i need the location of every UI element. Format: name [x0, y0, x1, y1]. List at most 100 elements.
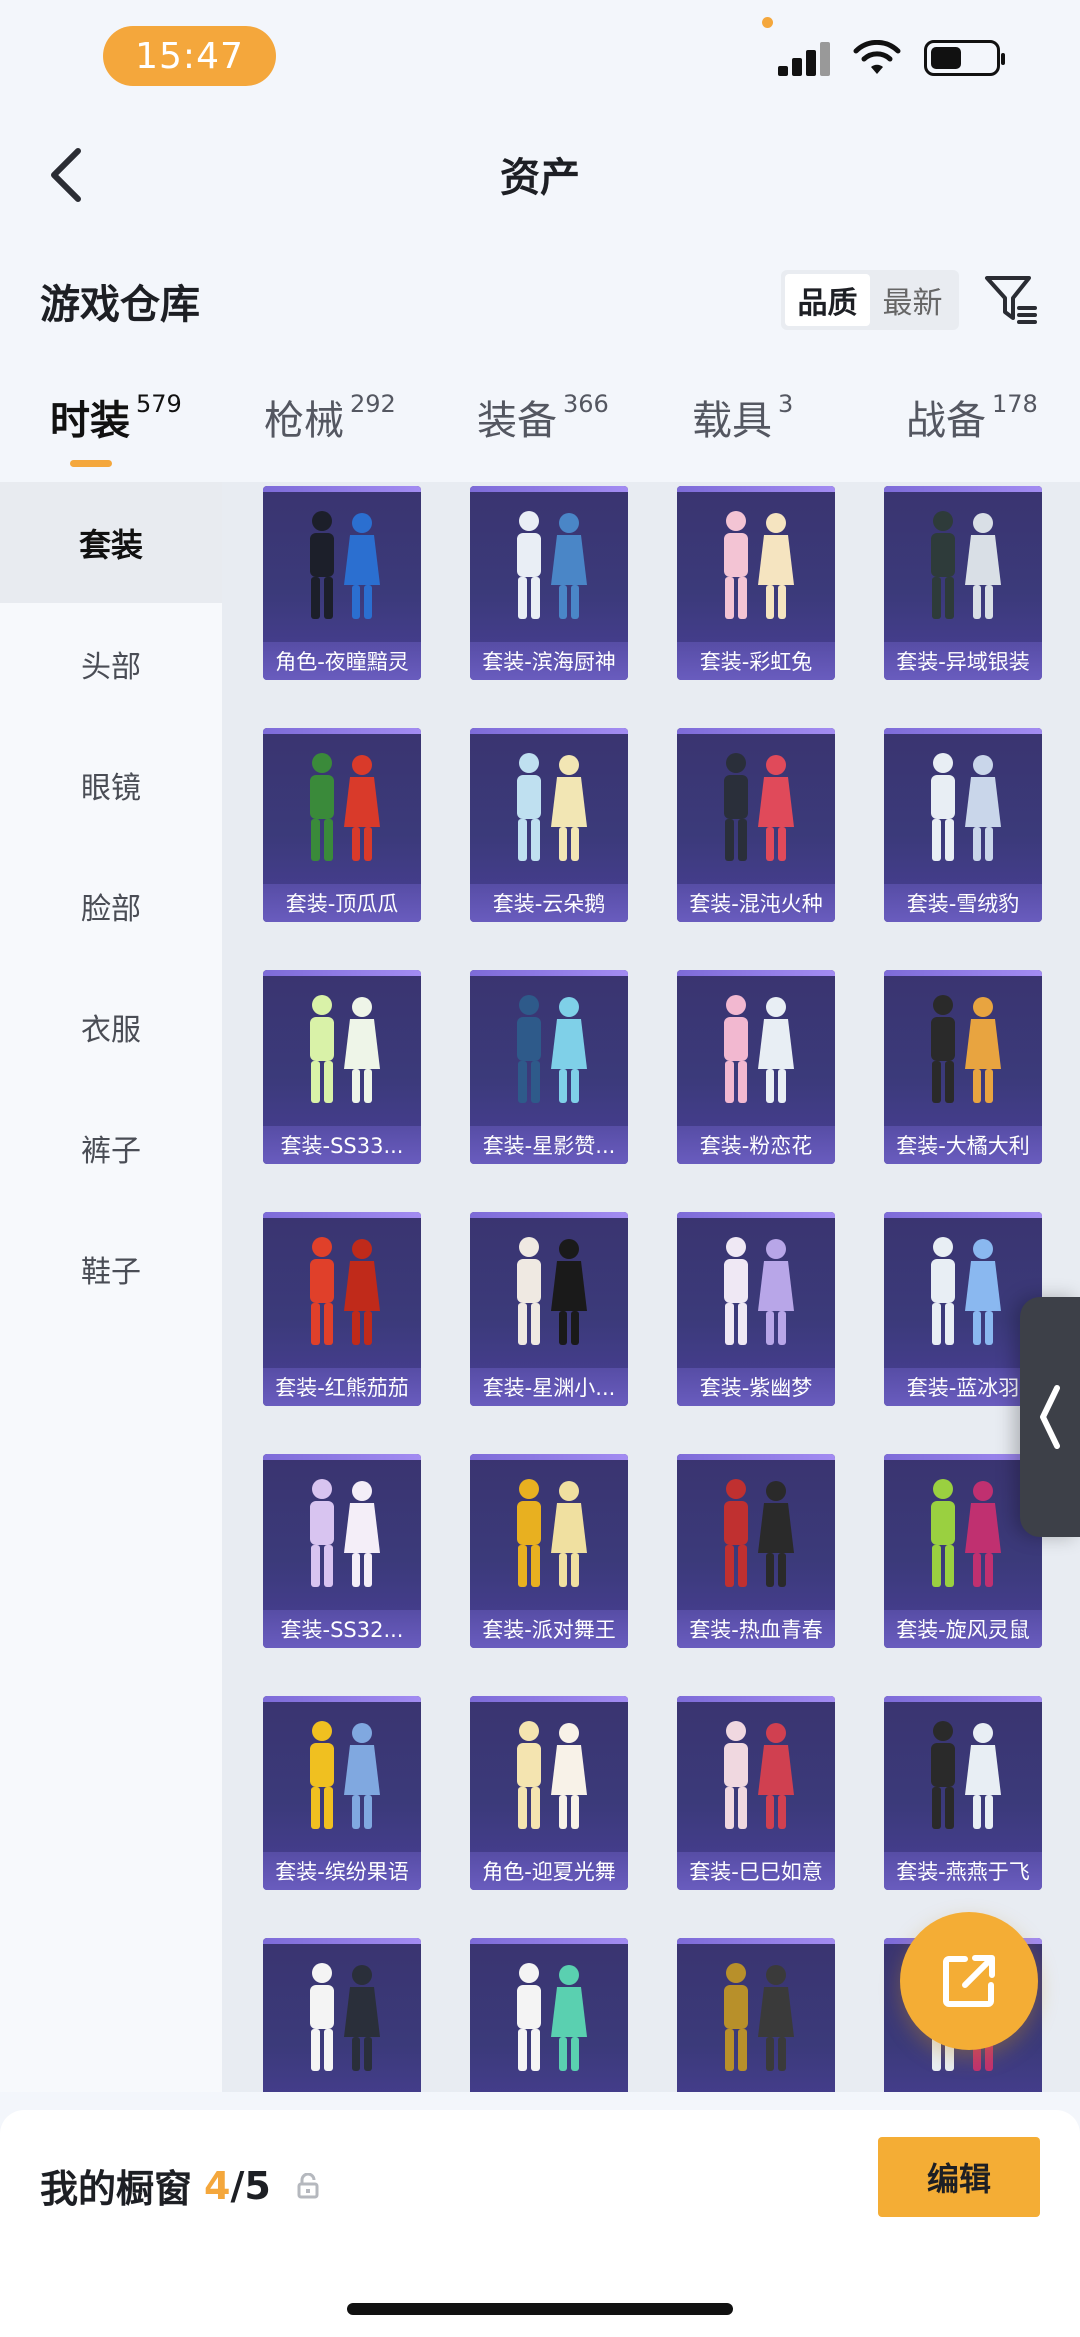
outfit-preview-image — [470, 502, 628, 632]
tab-label: 时装 — [50, 398, 130, 444]
item-card[interactable]: 套装-燕燕于飞 — [884, 1696, 1042, 1890]
item-card[interactable]: 套装-星影赞... — [470, 970, 628, 1164]
item-card[interactable]: 角色-夜瞳黯灵 — [263, 486, 421, 680]
outfit-preview-image — [677, 502, 835, 632]
share-icon — [943, 1955, 995, 2007]
item-card[interactable] — [263, 1938, 421, 2092]
item-card-label: 套装-热血青春 — [677, 1610, 835, 1648]
outfit-preview-image — [677, 744, 835, 874]
section-title: 游戏仓库 — [40, 282, 200, 328]
item-card-label: 角色-夜瞳黯灵 — [263, 642, 421, 680]
outfit-preview-image — [263, 502, 421, 632]
item-grid: 角色-夜瞳黯灵 套装-滨海厨神 套装-彩虹兔 套装-异域银装 套装-顶瓜瓜 套装-云朵鹅套… — [222, 482, 1080, 2092]
outfit-preview-image — [263, 744, 421, 874]
sidebar-item-face[interactable]: 脸部 — [0, 845, 222, 966]
item-card-label: 套装-旋风灵鼠 — [884, 1610, 1042, 1648]
sort-newest-button[interactable]: 最新 — [870, 274, 955, 326]
item-card-label: 套装-巳巳如意 — [677, 1852, 835, 1890]
showcase-summary: 我的橱窗 4 /5 — [40, 2158, 319, 2213]
item-card-label: 角色-迎夏光舞 — [470, 1852, 628, 1890]
status-icons — [778, 40, 1005, 76]
item-card[interactable]: 套装-红熊茄茄 — [263, 1212, 421, 1406]
home-indicator — [347, 2303, 733, 2315]
item-card[interactable]: 套装-巳巳如意 — [677, 1696, 835, 1890]
outfit-preview-image — [884, 744, 1042, 874]
outfit-preview-image — [263, 1470, 421, 1600]
outfit-preview-image — [884, 986, 1042, 1116]
item-card-label: 套装-大橘大利 — [884, 1126, 1042, 1164]
item-card[interactable]: 套装-蓝冰羽 — [884, 1212, 1042, 1406]
item-card[interactable]: 套装-异域银装 — [884, 486, 1042, 680]
sidebar-item-clothes[interactable]: 衣服 — [0, 966, 222, 1087]
item-card-label: 套装-缤纷果语 — [263, 1852, 421, 1890]
wifi-icon — [853, 40, 901, 74]
tab-count: 366 — [563, 390, 609, 418]
item-card-label: 套装-混沌火种 — [677, 884, 835, 922]
item-card[interactable]: 角色-迎夏光舞 — [470, 1696, 628, 1890]
sidebar-item-head[interactable]: 头部 — [0, 603, 222, 724]
item-card[interactable]: 套装-SS32... — [263, 1454, 421, 1648]
outfit-preview-image — [263, 1712, 421, 1842]
item-card[interactable]: 套装-派对舞王 — [470, 1454, 628, 1648]
item-card[interactable]: 套装-紫幽梦 — [677, 1212, 835, 1406]
outfit-preview-image — [884, 502, 1042, 632]
tab-count: 178 — [992, 390, 1038, 418]
sidebar-item-pants[interactable]: 裤子 — [0, 1087, 222, 1208]
status-time: 15:47 — [103, 26, 276, 86]
outfit-preview-image — [677, 1712, 835, 1842]
item-card[interactable]: 套装-旋风灵鼠 — [884, 1454, 1042, 1648]
edit-button[interactable]: 编辑 — [878, 2137, 1040, 2217]
item-card[interactable]: 套装-混沌火种 — [677, 728, 835, 922]
item-card[interactable]: 套装-顶瓜瓜 — [263, 728, 421, 922]
item-card-label: 套装-星影赞... — [470, 1126, 628, 1164]
sort-quality-button[interactable]: 品质 — [785, 274, 870, 326]
sidebar-item-suit[interactable]: 套装 — [0, 482, 222, 603]
item-card[interactable]: 套装-滨海厨神 — [470, 486, 628, 680]
tab-vehicles[interactable]: 载具 3 — [692, 388, 793, 446]
outfit-preview-image — [884, 1228, 1042, 1358]
sidebar-item-shoes[interactable]: 鞋子 — [0, 1208, 222, 1329]
tab-fashion[interactable]: 时装 579 — [50, 388, 182, 446]
subcategory-sidebar: 套装 头部 眼镜 脸部 衣服 裤子 鞋子 — [0, 482, 222, 2092]
tab-label: 装备 — [477, 398, 557, 444]
tab-count: 292 — [350, 390, 396, 418]
active-tab-indicator — [70, 460, 112, 467]
item-card[interactable]: 套装-缤纷果语 — [263, 1696, 421, 1890]
tab-weapons[interactable]: 枪械 292 — [264, 388, 396, 446]
filter-button[interactable] — [983, 272, 1039, 328]
outfit-preview-image — [677, 1470, 835, 1600]
item-card-label: 套装-滨海厨神 — [470, 642, 628, 680]
item-card-label: 套装-派对舞王 — [470, 1610, 628, 1648]
tab-label: 战备 — [906, 398, 986, 444]
side-panel-handle[interactable] — [1020, 1297, 1080, 1537]
item-card[interactable]: 套装-云朵鹅 — [470, 728, 628, 922]
tab-count: 3 — [778, 390, 794, 418]
sort-toggle: 品质 最新 — [781, 270, 959, 330]
category-tabs: 时装 579 枪械 292 装备 366 载具 3 战备 178 — [0, 388, 1080, 478]
outfit-preview-image — [470, 986, 628, 1116]
item-card[interactable] — [470, 1938, 628, 2092]
item-card-label: 套装-蓝冰羽 — [884, 1368, 1042, 1406]
item-card-label: 套装-顶瓜瓜 — [263, 884, 421, 922]
item-card[interactable] — [677, 1938, 835, 2092]
tab-equipment[interactable]: 装备 366 — [477, 388, 609, 446]
item-card[interactable]: 套装-热血青春 — [677, 1454, 835, 1648]
filter-icon — [985, 276, 1037, 324]
tab-supplies[interactable]: 战备 178 — [906, 388, 1038, 446]
sidebar-item-glasses[interactable]: 眼镜 — [0, 724, 222, 845]
item-card[interactable]: 套装-雪绒豹 — [884, 728, 1042, 922]
item-card[interactable]: 套装-彩虹兔 — [677, 486, 835, 680]
outfit-preview-image — [884, 1712, 1042, 1842]
tab-count: 579 — [136, 390, 182, 418]
item-card[interactable]: 套装-大橘大利 — [884, 970, 1042, 1164]
item-card[interactable]: 套装-SS33... — [263, 970, 421, 1164]
outfit-preview-image — [677, 1954, 835, 2084]
item-card-label: 套装-燕燕于飞 — [884, 1852, 1042, 1890]
item-card[interactable]: 套装-星渊小... — [470, 1212, 628, 1406]
outfit-preview-image — [470, 744, 628, 874]
item-card-label: 套装-云朵鹅 — [470, 884, 628, 922]
item-card-label: 套装-异域银装 — [884, 642, 1042, 680]
share-button[interactable] — [900, 1912, 1038, 2050]
item-card[interactable]: 套装-粉恋花 — [677, 970, 835, 1164]
outfit-preview-image — [677, 1228, 835, 1358]
